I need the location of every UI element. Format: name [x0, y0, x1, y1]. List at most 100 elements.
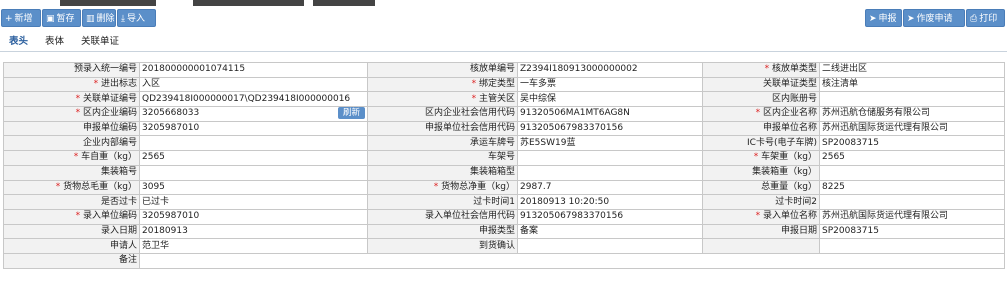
- field-value[interactable]: 苏E5SW19蓝: [517, 135, 703, 152]
- field-label: 申报单位编码: [3, 120, 140, 137]
- top-bar-segment: [193, 0, 304, 6]
- field-value[interactable]: [517, 164, 703, 181]
- print-button[interactable]: ⎙ 打印: [966, 9, 1005, 27]
- field-label: 申报单位名称: [702, 120, 820, 137]
- field-value[interactable]: SP20083715: [819, 223, 1005, 240]
- field-label-text: 企业内部编号: [82, 137, 137, 148]
- field-value[interactable]: 913205067983370156: [517, 208, 703, 225]
- field-value[interactable]: 2565: [819, 150, 1005, 166]
- field-value[interactable]: 2987.7: [517, 179, 703, 196]
- field-label-text: 区内企业名称: [762, 108, 817, 119]
- field-label-text: 集装箱箱型: [469, 167, 515, 178]
- field-value[interactable]: 吴中综保: [517, 91, 703, 108]
- field-value[interactable]: 201800000001074115: [139, 62, 368, 78]
- field-label: 核放单编号: [367, 62, 518, 78]
- refresh-button[interactable]: 刷新: [337, 107, 365, 120]
- tab-related-docs[interactable]: 关联单证: [81, 35, 119, 49]
- field-value[interactable]: 核注清单: [819, 76, 1005, 93]
- field-label-text: 录入日期: [100, 225, 137, 236]
- field-value[interactable]: 3205987010: [139, 208, 368, 225]
- field-value[interactable]: [517, 238, 703, 254]
- field-value[interactable]: 2565: [139, 150, 368, 166]
- field-value-text: 范卫华: [142, 240, 170, 251]
- void-request-button[interactable]: ➤ 作废申请: [903, 9, 965, 27]
- required-marker: *: [755, 211, 763, 222]
- field-label-text: 绑定类型: [478, 79, 515, 90]
- toolbar: + 新增 ▣ 暂存 ▥ 删除 ⤓ 导入 ➤ 申报 ➤ 作废申请 ⎙ 打印: [0, 0, 1007, 30]
- tab-header[interactable]: 表头: [9, 35, 28, 49]
- field-label-text: 申报类型: [478, 225, 515, 236]
- form-row: * 关联单证编号 QD239418I000000017\QD239418I0000…: [3, 91, 1005, 108]
- delete-button[interactable]: ▥ 删除: [82, 9, 116, 27]
- field-value[interactable]: 已过卡: [139, 194, 368, 210]
- field-label-text: 核放单类型: [771, 64, 817, 75]
- field-label: 过卡时间1: [367, 194, 518, 210]
- field-value[interactable]: QD239418I000000017\QD239418I000000016: [139, 91, 368, 108]
- field-label-text: 备注: [118, 255, 137, 266]
- field-label-text: 进出标志: [100, 79, 137, 90]
- field-label-text: 车架重（kg）: [761, 152, 817, 163]
- field-value-text: 二线进出区: [822, 64, 868, 75]
- field-value[interactable]: [819, 238, 1005, 254]
- field-value[interactable]: 苏州迅航仓储服务有限公司: [819, 106, 1005, 122]
- add-button[interactable]: + 新增: [1, 9, 41, 27]
- field-value[interactable]: SP20083715: [819, 135, 1005, 152]
- field-label: 申报日期: [702, 223, 820, 240]
- field-value[interactable]: 二线进出区: [819, 62, 1005, 78]
- field-value[interactable]: 8225: [819, 179, 1005, 196]
- field-label-text: 申报单位名称: [762, 123, 817, 134]
- field-label-text: 区内账册号: [771, 93, 817, 104]
- field-value[interactable]: [139, 135, 368, 152]
- field-value[interactable]: [819, 91, 1005, 108]
- save-draft-button[interactable]: ▣ 暂存: [42, 9, 81, 27]
- field-label-text: 货物总净重（kg）: [441, 181, 515, 192]
- declare-button[interactable]: ➤ 申报: [865, 9, 902, 27]
- field-value[interactable]: 20180913 10:20:50: [517, 194, 703, 210]
- form-row: 申报单位编码 3205987010 申报单位社会信用代码 91320506798337…: [3, 120, 1005, 137]
- field-value[interactable]: Z2394I180913000000002: [517, 62, 703, 78]
- field-value[interactable]: 3205987010: [139, 120, 368, 137]
- field-value[interactable]: 一车多票: [517, 76, 703, 93]
- field-value-text: SP20083715: [822, 225, 879, 236]
- field-value-text: 一车多票: [520, 79, 557, 90]
- field-label-text: 核放单编号: [469, 64, 515, 75]
- field-value[interactable]: 913205067983370156: [517, 120, 703, 137]
- field-value[interactable]: 20180913: [139, 223, 368, 240]
- field-label-text: 申报日期: [780, 225, 817, 236]
- field-value[interactable]: 刷新 3205668033: [139, 106, 368, 122]
- field-label-text: IC卡号(电子车牌): [747, 137, 817, 148]
- field-value[interactable]: [139, 164, 368, 181]
- field-value[interactable]: 苏州迅航国际货运代理有限公司: [819, 208, 1005, 225]
- field-value-text: 3205668033: [142, 108, 200, 119]
- field-value[interactable]: [819, 164, 1005, 181]
- field-value[interactable]: 91320506MA1MT6AG8N: [517, 106, 703, 122]
- field-value-text: 苏州迅航国际货运代理有限公司: [822, 211, 949, 222]
- field-value[interactable]: 3095: [139, 179, 368, 196]
- required-marker: *: [75, 93, 83, 104]
- field-label: 录入日期: [3, 223, 140, 240]
- tab-body[interactable]: 表体: [45, 35, 64, 49]
- required-marker: *: [764, 64, 772, 75]
- field-value-text: QD239418I000000017\QD239418I000000016: [142, 93, 351, 104]
- field-value[interactable]: 苏州迅航国际货运代理有限公司: [819, 120, 1005, 137]
- field-value-text: 苏州迅航仓储服务有限公司: [822, 108, 931, 119]
- field-value[interactable]: [819, 194, 1005, 210]
- field-value[interactable]: [517, 150, 703, 166]
- required-marker: *: [93, 79, 101, 90]
- field-value-text: 2987.7: [520, 181, 552, 192]
- form-row: 申请人 范卫华 到货确认: [3, 238, 1005, 254]
- field-value-text: 3095: [142, 181, 165, 192]
- field-label-text: 集装箱重（kg）: [752, 167, 817, 178]
- form-row: 集装箱号 集装箱箱型 集装箱重（kg）: [3, 164, 1005, 181]
- top-bar-segment: [60, 0, 156, 6]
- field-value-text: Z2394I180913000000002: [520, 64, 638, 75]
- field-value[interactable]: 备案: [517, 223, 703, 240]
- field-value[interactable]: 入区: [139, 76, 368, 93]
- field-value[interactable]: 范卫华: [139, 238, 368, 254]
- field-label-text: 关联单证类型: [762, 79, 817, 90]
- field-value[interactable]: [139, 252, 1005, 269]
- required-marker: *: [755, 108, 763, 119]
- field-label-text: 申报单位编码: [82, 123, 137, 134]
- field-label-text: 车架号: [487, 152, 515, 163]
- import-button[interactable]: ⤓ 导入: [117, 9, 156, 27]
